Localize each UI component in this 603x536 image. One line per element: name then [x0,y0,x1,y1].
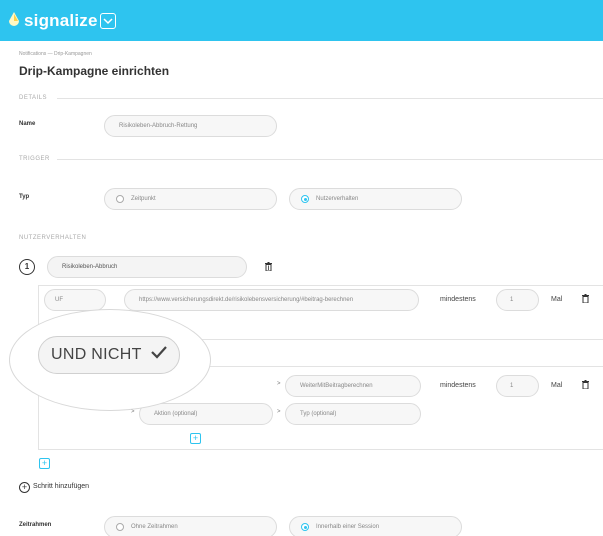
radio-button [116,523,124,531]
count-value: 1 [510,297,514,303]
condition-type-value: UF [55,297,63,303]
top-bar: signalize [0,0,603,41]
condition-type-select[interactable]: UF [44,289,106,311]
type-input[interactable]: Typ (optional) [285,403,421,425]
chevron-right-icon: > [277,381,281,387]
zeitrahmen-label: Zeitrahmen [19,522,52,528]
action-input[interactable]: Aktion (optional) [139,403,273,425]
mal-label: Mal [551,296,563,303]
url-input[interactable]: https://www.versicherungsdirekt.de/risik… [124,289,419,311]
chevron-right-icon: > [131,409,135,415]
option-label: Ohne Zeitrahmen [131,524,178,530]
event-input[interactable]: WeiterMitBeitragberechnen [285,375,421,397]
section-label-details: DETAILS [19,95,48,101]
count-value: 1 [510,383,514,389]
und-nicht-label: UND NICHT [51,346,142,363]
radio-button [116,195,124,203]
action-placeholder: Aktion (optional) [154,411,198,417]
app-menu-button[interactable] [100,13,116,29]
chevron-right-icon: > [277,409,281,415]
trash-icon[interactable] [582,380,589,389]
add-condition-plus-icon[interactable]: + [190,433,201,444]
count-input[interactable]: 1 [496,375,539,397]
name-value: Risikoleben-Abbruch-Rettung [119,123,198,129]
check-icon [151,346,167,359]
divider [57,98,603,99]
breadcrumb[interactable]: Notifications — Drip-Kampagnen [19,51,92,57]
option-label: Nutzerverhalten [316,196,359,202]
url-value: https://www.versicherungsdirekt.de/risik… [139,297,354,303]
name-input[interactable]: Risikoleben-Abbruch-Rettung [104,115,277,137]
chevron-down-icon [103,18,113,25]
option-label: Zeitpunkt [131,196,156,202]
add-group-plus-icon[interactable]: + [39,458,50,469]
trash-icon[interactable] [265,262,272,271]
radio-button-selected [301,195,309,203]
radio-innerhalb-session[interactable]: Innerhalb einer Session [289,516,462,536]
event-value: WeiterMitBeitragberechnen [300,383,373,389]
add-step-plus-icon[interactable]: + [19,482,30,493]
section-label-nutzerverhalten: NUTZERVERHALTEN [19,235,87,241]
step-name-value: Risikoleben-Abbruch [62,264,118,270]
app-name: signalize [24,11,98,30]
typ-label: Typ [19,194,30,200]
mindestens-label: mindestens [440,382,476,389]
step-number: 1 [19,259,35,275]
radio-zeitpunkt[interactable]: Zeitpunkt [104,188,277,210]
section-label-trigger: TRIGGER [19,156,50,162]
radio-nutzerverhalten[interactable]: Nutzerverhalten [289,188,462,210]
option-label: Innerhalb einer Session [316,524,380,530]
add-step-button[interactable]: Schritt hinzufügen [33,483,89,490]
count-input[interactable]: 1 [496,289,539,311]
radio-ohne-zeitrahmen[interactable]: Ohne Zeitrahmen [104,516,277,536]
mal-label: Mal [551,382,563,389]
divider [57,159,603,160]
mindestens-label: mindestens [440,296,476,303]
page-title: Drip-Kampagne einrichten [19,64,170,78]
trash-icon[interactable] [582,294,589,303]
signalize-logo-icon [9,12,19,26]
type-placeholder: Typ (optional) [300,411,337,417]
radio-button-selected [301,523,309,531]
step-name-input[interactable]: Risikoleben-Abbruch [47,256,247,278]
name-label: Name [19,121,36,127]
